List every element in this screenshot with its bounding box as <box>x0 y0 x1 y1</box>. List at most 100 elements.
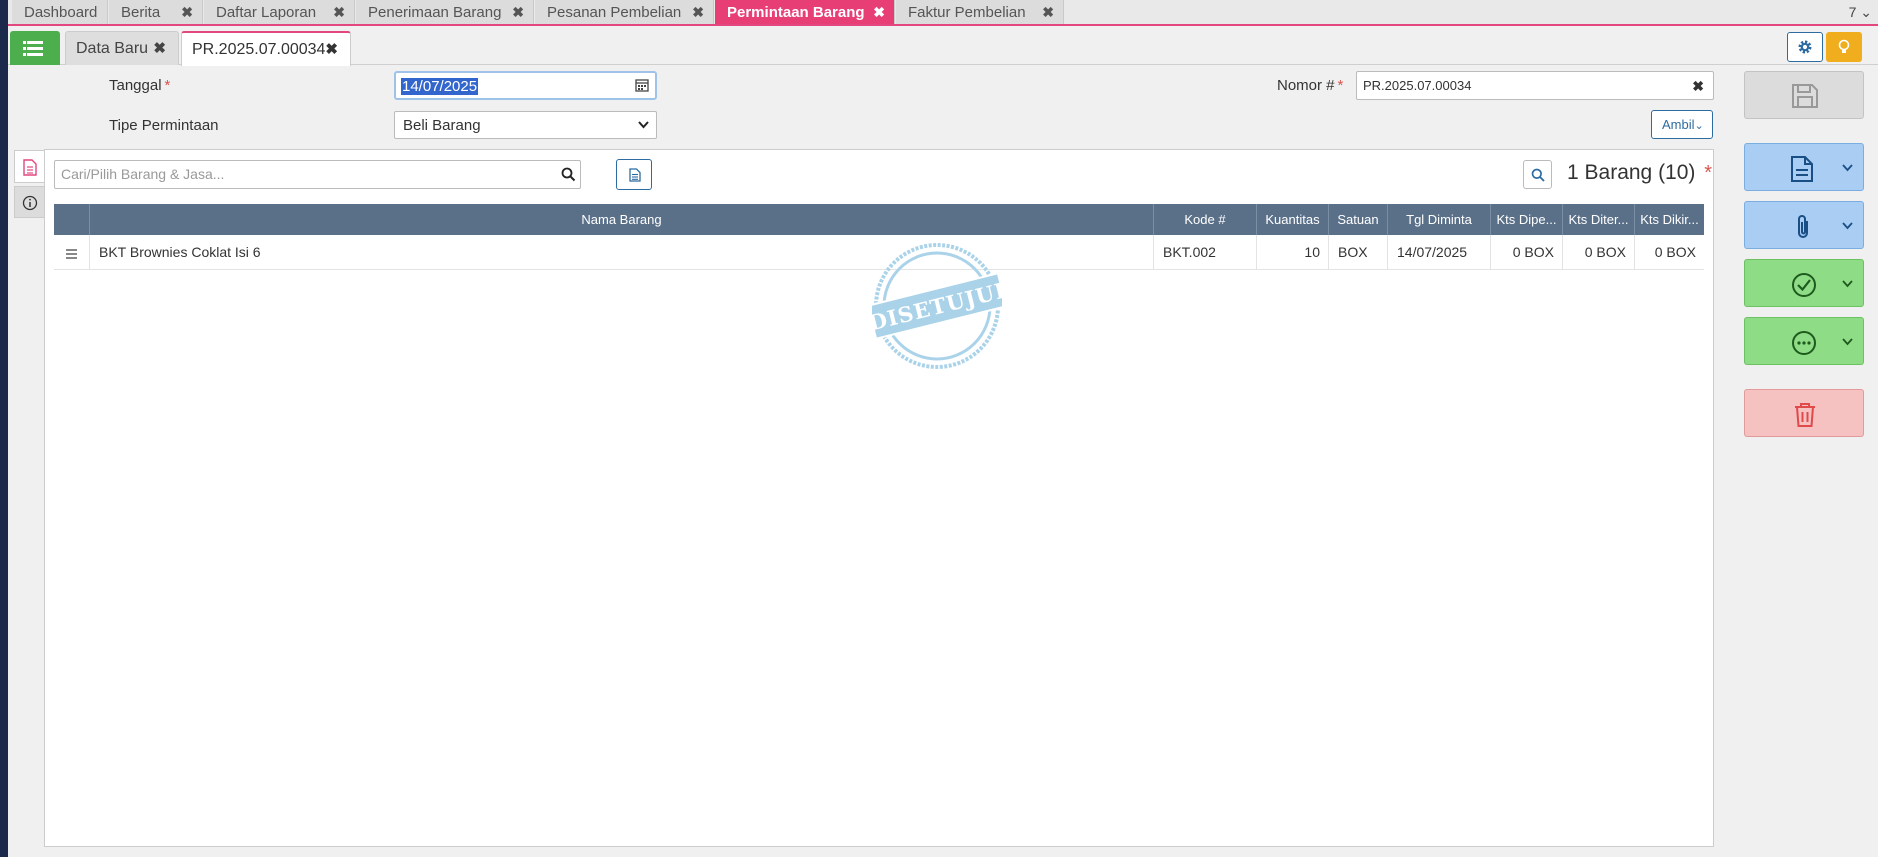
document-icon <box>23 159 37 176</box>
info-side-tab[interactable] <box>14 186 45 218</box>
document-button[interactable] <box>616 159 652 190</box>
check-circle-icon <box>1792 273 1816 297</box>
table-header: Nama Barang Kode # Kuantitas Satuan Tgl … <box>54 204 1704 235</box>
item-search-input[interactable]: Cari/Pilih Barang & Jasa... <box>54 160 581 189</box>
item-count-text: 1 Barang (10) <box>1567 161 1696 184</box>
header-kode[interactable]: Kode # <box>1154 204 1257 235</box>
paperclip-icon <box>1798 215 1808 238</box>
more-icon <box>1792 331 1816 355</box>
ambil-label: Ambil <box>1662 117 1695 132</box>
search-icon <box>1531 168 1545 182</box>
tab-overflow-count[interactable]: 7 ⌄ <box>1849 0 1872 25</box>
close-icon[interactable]: ✖ <box>512 0 524 25</box>
item-count: 1 Barang (10) * <box>1567 161 1712 185</box>
tab-label: Penerimaan Barang <box>368 4 502 21</box>
close-icon[interactable]: ✖ <box>325 33 338 66</box>
cell-satuan: BOX <box>1329 235 1388 270</box>
close-icon[interactable]: ✖ <box>692 0 704 25</box>
chevron-down-icon <box>1842 222 1853 230</box>
cell-tgl-diminta: 14/07/2025 <box>1388 235 1491 270</box>
tab-label: Daftar Laporan <box>216 4 317 21</box>
header-kts-dikirim[interactable]: Kts Dikir... <box>1635 204 1704 235</box>
cell-kts-dipesan: 0 BOX <box>1491 235 1563 270</box>
approved-stamp: DISETUJUI <box>872 243 1002 369</box>
close-icon[interactable]: ✖ <box>1692 72 1704 100</box>
nomor-value: PR.2025.07.00034 <box>1363 78 1472 93</box>
ambil-button[interactable]: Ambil⌄ <box>1651 110 1713 139</box>
delete-button[interactable] <box>1744 389 1864 437</box>
chevron-down-icon <box>1842 338 1853 346</box>
chevron-down-icon <box>1842 280 1853 288</box>
header-tgl-diminta[interactable]: Tgl Diminta <box>1388 204 1491 235</box>
tipe-permintaan-value: Beli Barang <box>403 117 481 134</box>
subtab-data-baru[interactable]: Data Baru ✖ <box>65 31 179 65</box>
more-actions-button[interactable] <box>1744 317 1864 365</box>
tanggal-label: Tanggal * <box>109 77 171 94</box>
header-kts-diterima[interactable]: Kts Diter... <box>1563 204 1635 235</box>
cell-kuantitas: 10 <box>1257 235 1329 270</box>
document-icon <box>629 168 641 182</box>
chevron-down-icon <box>638 121 649 129</box>
drag-handle-icon <box>66 249 77 261</box>
cell-kode: BKT.002 <box>1154 235 1257 270</box>
nomor-field[interactable]: PR.2025.07.00034 ✖ <box>1356 71 1714 100</box>
tanggal-date-field[interactable]: 14/07/2025 <box>394 71 657 100</box>
menu-button[interactable] <box>10 31 60 65</box>
save-button[interactable] <box>1744 71 1864 119</box>
left-strip <box>0 0 8 857</box>
row-drag-handle[interactable] <box>54 235 90 270</box>
info-icon <box>22 195 38 211</box>
calendar-icon <box>635 79 649 92</box>
cell-kts-diterima: 0 BOX <box>1563 235 1635 270</box>
approve-button[interactable] <box>1744 259 1864 307</box>
tab-label: Permintaan Barang <box>727 4 865 21</box>
item-search-placeholder: Cari/Pilih Barang & Jasa... <box>61 166 225 182</box>
tab-dashboard[interactable]: Dashboard <box>12 0 108 24</box>
subtab-label: PR.2025.07.00034 <box>192 41 326 58</box>
items-side-tab[interactable] <box>14 150 45 183</box>
tab-permintaan-barang[interactable]: Permintaan Barang ✖ <box>715 0 895 24</box>
document-icon <box>1791 156 1813 182</box>
header-kuantitas[interactable]: Kuantitas <box>1257 204 1329 235</box>
find-item-button[interactable] <box>1523 160 1552 189</box>
nomor-label: Nomor # * <box>1277 77 1344 94</box>
settings-button[interactable] <box>1787 32 1823 62</box>
tips-button[interactable] <box>1826 32 1862 62</box>
document-action-button[interactable] <box>1744 143 1864 191</box>
subtab-pr-document[interactable]: PR.2025.07.00034 ✖ <box>181 31 351 66</box>
search-icon <box>561 167 576 182</box>
close-icon[interactable]: ✖ <box>181 0 193 25</box>
tanggal-value: 14/07/2025 <box>401 78 479 95</box>
close-icon[interactable]: ✖ <box>873 0 885 25</box>
save-icon <box>1792 84 1818 108</box>
tab-daftar-laporan[interactable]: Daftar Laporan ✖ <box>204 0 355 24</box>
close-icon[interactable]: ✖ <box>1042 0 1054 25</box>
top-tab-bar: Dashboard Berita ✖ Daftar Laporan ✖ Peneri… <box>8 0 1878 26</box>
items-panel: Cari/Pilih Barang & Jasa... 1 Barang (10… <box>44 149 1714 847</box>
gear-icon <box>1798 40 1812 54</box>
required-mark: * <box>1704 162 1713 184</box>
header-kts-dipesan[interactable]: Kts Dipe... <box>1491 204 1563 235</box>
subtab-label: Data Baru <box>76 40 149 57</box>
tab-faktur-pembelian[interactable]: Faktur Pembelian ✖ <box>896 0 1064 24</box>
tab-label: Faktur Pembelian <box>908 4 1026 21</box>
tipe-permintaan-select[interactable]: Beli Barang <box>394 111 657 139</box>
chevron-down-icon: ⌄ <box>1694 120 1704 132</box>
attachment-button[interactable] <box>1744 201 1864 249</box>
trash-icon <box>1795 403 1815 427</box>
tipe-permintaan-label: Tipe Permintaan <box>109 117 219 134</box>
stamp-text: DISETUJUI <box>872 277 1002 335</box>
cell-kts-dikirim: 0 BOX <box>1654 244 1696 260</box>
tab-berita[interactable]: Berita ✖ <box>109 0 203 24</box>
tab-penerimaan-barang[interactable]: Penerimaan Barang ✖ <box>356 0 534 24</box>
close-icon[interactable]: ✖ <box>333 0 345 25</box>
close-icon[interactable]: ✖ <box>153 32 166 65</box>
bulb-icon <box>1838 39 1850 53</box>
document-tab-bar: Data Baru ✖ PR.2025.07.00034 ✖ <box>8 28 1878 66</box>
header-nama-barang[interactable]: Nama Barang <box>90 204 1154 235</box>
header-satuan[interactable]: Satuan <box>1329 204 1388 235</box>
tab-pesanan-pembelian[interactable]: Pesanan Pembelian ✖ <box>535 0 714 24</box>
tab-count: 7 <box>1848 4 1857 20</box>
tab-label: Berita <box>121 4 161 21</box>
tab-label: Dashboard <box>24 4 98 21</box>
